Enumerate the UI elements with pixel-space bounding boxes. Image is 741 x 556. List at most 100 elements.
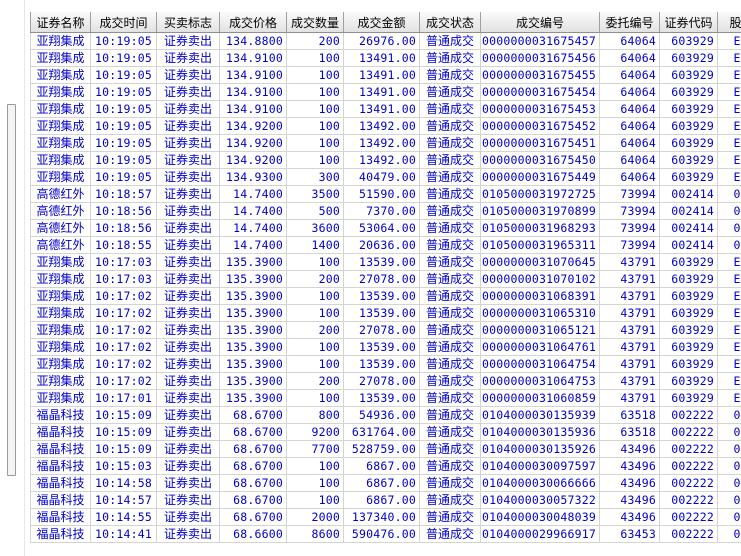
vertical-scrollbar[interactable] — [0, 0, 25, 556]
table-row[interactable]: 福晶科技 10:15:09 证券卖出 68.6700 9200 631764.00 普通成交… — [30, 423, 741, 441]
security-code-cell: 603929 — [659, 66, 718, 84]
order-number-cell: 73994 — [599, 236, 660, 254]
scrollbar-thumb[interactable] — [7, 104, 16, 476]
table-row[interactable]: 高德红外 10:18:56 证券卖出 14.7400 500 7370.00 普通成交 010… — [30, 202, 741, 220]
table-row[interactable]: 福晶科技 10:14:55 证券卖出 68.6700 2000 137340.00 普通成交… — [30, 508, 741, 526]
buy-sell-flag-cell: 证券卖出 — [156, 270, 220, 288]
table-row[interactable]: 福晶科技 10:14:41 证券卖出 68.6600 8600 590476.00 普通成交… — [30, 525, 741, 543]
table-row[interactable]: 亚翔集成 10:19:05 证券卖出 134.9100 100 13491.00 普通成交 0… — [30, 83, 741, 101]
column-header-security-name[interactable]: 证券名称 — [30, 12, 91, 33]
trade-price-cell: 14.7400 — [219, 219, 287, 237]
trade-time-cell: 10:19:05 — [90, 134, 157, 152]
trade-number-cell: 0000000031675451 — [480, 134, 600, 152]
buy-sell-flag-cell: 证券卖出 — [156, 338, 220, 356]
security-name-cell: 亚翔集成 — [30, 66, 91, 84]
security-name-cell: 亚翔集成 — [30, 83, 91, 101]
trade-price-cell: 14.7400 — [219, 185, 287, 203]
column-header-trade-price[interactable]: 成交价格 — [219, 12, 287, 33]
table-row[interactable]: 亚翔集成 10:19:05 证券卖出 134.9200 100 13492.00 普通成交 0… — [30, 134, 741, 152]
order-number-cell: 63518 — [599, 423, 660, 441]
table-row[interactable]: 福晶科技 10:15:09 证券卖出 68.6700 7700 528759.00 普通成交… — [30, 440, 741, 458]
order-number-cell: 43791 — [599, 304, 660, 322]
security-name-cell: 亚翔集成 — [30, 355, 91, 373]
table-row[interactable]: 亚翔集成 10:19:05 证券卖出 134.9100 100 13491.00 普通成交 0… — [30, 49, 741, 67]
table-row[interactable]: 福晶科技 10:14:58 证券卖出 68.6700 100 6867.00 普通成交 010… — [30, 474, 741, 492]
column-header-trade-amount[interactable]: 成交金额 — [343, 12, 420, 33]
column-header-order-number[interactable]: 委托编号 — [599, 12, 660, 33]
column-header-trade-quantity[interactable]: 成交数量 — [286, 12, 344, 33]
trade-quantity-cell: 9200 — [286, 423, 344, 441]
security-code-cell: 603929 — [659, 321, 718, 339]
trade-status-cell: 普通成交 — [419, 491, 481, 509]
trade-quantity-cell: 8600 — [286, 525, 344, 543]
trade-quantity-cell: 100 — [286, 287, 344, 305]
trade-quantity-cell: 100 — [286, 338, 344, 356]
table-row[interactable]: 亚翔集成 10:19:05 证券卖出 134.9100 100 13491.00 普通成交 0… — [30, 66, 741, 84]
trade-number-cell: 0104000030048039 — [480, 508, 600, 526]
table-row[interactable]: 亚翔集成 10:19:05 证券卖出 134.9300 300 40479.00 普通成交 0… — [30, 168, 741, 186]
security-code-cell: 603929 — [659, 83, 718, 101]
trade-time-cell: 10:18:55 — [90, 236, 157, 254]
security-name-cell: 福晶科技 — [30, 457, 91, 475]
trade-amount-cell: 590476.00 — [343, 525, 420, 543]
table-row[interactable]: 亚翔集成 10:17:02 证券卖出 135.3900 100 13539.00 普通成交 0… — [30, 287, 741, 305]
order-number-cell: 73994 — [599, 202, 660, 220]
trade-time-cell: 10:15:09 — [90, 406, 157, 424]
buy-sell-flag-cell: 证券卖出 — [156, 474, 220, 492]
trade-number-cell: 0104000030097597 — [480, 457, 600, 475]
column-header-security-code[interactable]: 证券代码 — [659, 12, 718, 33]
shareholder-cell: 0606 — [717, 491, 741, 509]
trade-status-cell: 普通成交 — [419, 83, 481, 101]
column-header-trade-time[interactable]: 成交时间 — [90, 12, 157, 33]
trade-status-cell: 普通成交 — [419, 440, 481, 458]
table-row[interactable]: 亚翔集成 10:19:05 证券卖出 134.9100 100 13491.00 普通成交 0… — [30, 100, 741, 118]
table-row[interactable]: 亚翔集成 10:17:02 证券卖出 135.3900 100 13539.00 普通成交 0… — [30, 338, 741, 356]
table-row[interactable]: 福晶科技 10:15:09 证券卖出 68.6700 800 54936.00 普通成交 01… — [30, 406, 741, 424]
column-header-trade-number[interactable]: 成交编号 — [480, 12, 600, 33]
order-number-cell: 43496 — [599, 474, 660, 492]
column-header-trade-status[interactable]: 成交状态 — [419, 12, 481, 33]
table-row[interactable]: 亚翔集成 10:17:02 证券卖出 135.3900 200 27078.00 普通成交 0… — [30, 372, 741, 390]
shareholder-cell: 0606 — [717, 525, 741, 543]
buy-sell-flag-cell: 证券卖出 — [156, 372, 220, 390]
table-row[interactable]: 高德红外 10:18:57 证券卖出 14.7400 3500 51590.00 普通成交 0… — [30, 185, 741, 203]
table-row[interactable]: 亚翔集成 10:17:01 证券卖出 135.3900 100 13539.00 普通成交 0… — [30, 389, 741, 407]
security-name-cell: 亚翔集成 — [30, 117, 91, 135]
buy-sell-flag-cell: 证券卖出 — [156, 151, 220, 169]
security-name-cell: 高德红外 — [30, 219, 91, 237]
trade-amount-cell: 13491.00 — [343, 49, 420, 67]
order-number-cell: 43791 — [599, 389, 660, 407]
table-row[interactable]: 亚翔集成 10:17:03 证券卖出 135.3900 200 27078.00 普通成交 0… — [30, 270, 741, 288]
shareholder-cell: 0606 — [717, 185, 741, 203]
trade-status-cell: 普通成交 — [419, 338, 481, 356]
trade-price-cell: 134.9100 — [219, 66, 287, 84]
trade-quantity-cell: 100 — [286, 491, 344, 509]
security-code-cell: 603929 — [659, 32, 718, 50]
trade-quantity-cell: 200 — [286, 372, 344, 390]
table-row[interactable]: 亚翔集成 10:19:05 证券卖出 134.9200 100 13492.00 普通成交 0… — [30, 117, 741, 135]
security-name-cell: 亚翔集成 — [30, 49, 91, 67]
table-row[interactable]: 亚翔集成 10:17:02 证券卖出 135.3900 200 27078.00 普通成交 0… — [30, 321, 741, 339]
trade-price-cell: 14.7400 — [219, 236, 287, 254]
trade-status-cell: 普通成交 — [419, 219, 481, 237]
table-row[interactable]: 亚翔集成 10:17:02 证券卖出 135.3900 100 13539.00 普通成交 0… — [30, 304, 741, 322]
table-row[interactable]: 福晶科技 10:14:57 证券卖出 68.6700 100 6867.00 普通成交 010… — [30, 491, 741, 509]
trade-time-cell: 10:14:55 — [90, 508, 157, 526]
table-row[interactable]: 高德红外 10:18:55 证券卖出 14.7400 1400 20636.00 普通成交 0… — [30, 236, 741, 254]
trade-amount-cell: 13539.00 — [343, 304, 420, 322]
column-header-buy-sell-flag[interactable]: 买卖标志 — [156, 12, 220, 33]
table-row[interactable]: 亚翔集成 10:19:05 证券卖出 134.8800 200 26976.00 普通成交 0… — [30, 32, 741, 50]
shareholder-cell: E065 — [717, 372, 741, 390]
trade-number-cell: 0105000031970899 — [480, 202, 600, 220]
table-row[interactable]: 亚翔集成 10:17:03 证券卖出 135.3900 100 13539.00 普通成交 0… — [30, 253, 741, 271]
trade-time-cell: 10:17:03 — [90, 270, 157, 288]
table-row[interactable]: 亚翔集成 10:17:02 证券卖出 135.3900 100 13539.00 普通成交 0… — [30, 355, 741, 373]
table-row[interactable]: 福晶科技 10:15:03 证券卖出 68.6700 100 6867.00 普通成交 010… — [30, 457, 741, 475]
trade-quantity-cell: 100 — [286, 355, 344, 373]
table-row[interactable]: 高德红外 10:18:56 证券卖出 14.7400 3600 53064.00 普通成交 0… — [30, 219, 741, 237]
trade-time-cell: 10:17:02 — [90, 355, 157, 373]
trade-status-cell: 普通成交 — [419, 406, 481, 424]
table-row[interactable]: 亚翔集成 10:19:05 证券卖出 134.9200 100 13492.00 普通成交 0… — [30, 151, 741, 169]
column-header-shareholder[interactable]: 股东 — [717, 12, 741, 33]
trade-amount-cell: 13492.00 — [343, 151, 420, 169]
